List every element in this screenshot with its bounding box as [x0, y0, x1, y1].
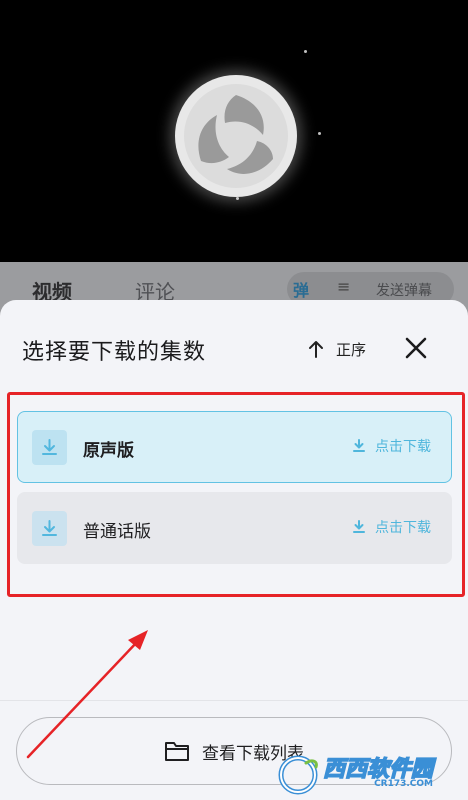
download-action-label: 点击下载: [375, 520, 431, 536]
sparkle: [318, 132, 321, 135]
option-mandarin[interactable]: 普通话版 点击下载: [17, 492, 452, 564]
watermark-text: 西西软件园: [322, 757, 434, 782]
sparkle: [304, 50, 307, 53]
watermark-logo: [278, 755, 318, 795]
danmu-style-button[interactable]: ≡: [337, 277, 350, 296]
close-icon: [405, 337, 427, 359]
download-action-label: 点击下载: [375, 439, 431, 455]
download-icon: [32, 511, 67, 546]
option-original[interactable]: 原声版 点击下载: [17, 411, 452, 483]
download-icon: [353, 520, 365, 533]
danmu-toggle-button[interactable]: 弹: [293, 277, 309, 301]
sort-button[interactable]: 正序: [308, 334, 366, 364]
divider: [0, 700, 468, 701]
download-action[interactable]: 点击下载: [353, 517, 431, 537]
download-action[interactable]: 点击下载: [353, 436, 431, 456]
sheet-title: 选择要下载的集数: [22, 340, 207, 365]
option-label: 普通话版: [83, 522, 151, 542]
sort-label: 正序: [336, 340, 367, 359]
option-label: 原声版: [83, 441, 134, 461]
sparkle: [236, 197, 239, 200]
danmu-send-input[interactable]: 发送弹幕: [376, 280, 432, 300]
watermark: 西西软件园 CR173.COM: [276, 752, 434, 796]
download-icon: [32, 430, 67, 465]
video-player[interactable]: [0, 0, 468, 262]
close-button[interactable]: [402, 334, 430, 362]
download-icon: [353, 439, 365, 452]
arrow-up-icon: [309, 341, 323, 358]
folder-icon: [165, 742, 189, 761]
three-blade-spiral-logo: [175, 75, 297, 197]
